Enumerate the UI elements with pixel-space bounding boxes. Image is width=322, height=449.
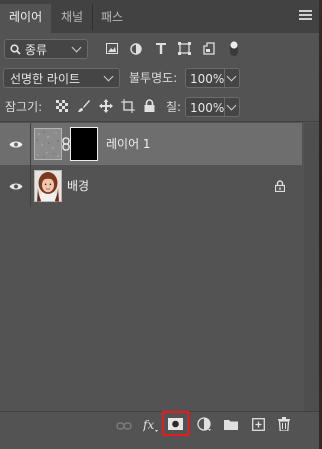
chain-link-icon[interactable]: [62, 137, 70, 151]
layer-thumbnail: [34, 128, 62, 160]
chevron-down-icon: [226, 71, 237, 82]
lock-all-icon[interactable]: [144, 99, 155, 112]
layer-row-background[interactable]: 배경: [0, 165, 302, 207]
new-layer-icon[interactable]: [252, 418, 265, 431]
tab-paths[interactable]: 패스: [92, 4, 132, 30]
link-icon[interactable]: [116, 421, 132, 431]
divider: [30, 165, 31, 207]
fill-field[interactable]: 100%: [185, 97, 240, 117]
filter-kind-select[interactable]: 종류: [4, 39, 88, 59]
opacity-label: 불투명도:: [129, 71, 178, 85]
layer-thumbnail: [34, 170, 62, 202]
layers-panel: 레이어 채널 패스 종류 선명한 라이트 불투명도: 100% 잠그기: 칠: …: [0, 0, 319, 449]
layer-name: 레이어 1: [106, 137, 151, 151]
layer-row-layer-1[interactable]: 레이어 1: [0, 123, 302, 165]
search-icon: [10, 44, 21, 55]
tab-channels-label: 채널: [61, 10, 84, 24]
filter-toggle-icon[interactable]: [229, 40, 239, 57]
svg-text:fx: fx: [143, 418, 154, 432]
folder-icon[interactable]: [224, 419, 238, 430]
blend-mode-select[interactable]: 선명한 라이트: [3, 68, 120, 88]
divider: [0, 121, 319, 122]
tab-layers-label: 레이어: [9, 10, 43, 24]
visibility-eye-icon[interactable]: [9, 182, 23, 191]
filter-shape-icon[interactable]: [178, 42, 191, 55]
lock-move-icon[interactable]: [99, 99, 113, 113]
filter-smart-object-icon[interactable]: [203, 42, 215, 55]
filter-type-icon[interactable]: [155, 42, 167, 55]
lock-icon: [275, 180, 285, 192]
opacity-value: 100%: [190, 72, 225, 86]
layer-mask-thumbnail[interactable]: [70, 127, 98, 161]
opacity-field[interactable]: 100%: [185, 68, 240, 88]
layers-bottom-toolbar: fx: [0, 411, 319, 443]
panel-tab-bar: 레이어 채널 패스: [0, 0, 319, 33]
layers-scrollbar[interactable]: [304, 123, 319, 411]
fill-value: 100%: [190, 101, 225, 115]
tab-layers[interactable]: 레이어: [0, 4, 52, 33]
tab-paths-label: 패스: [101, 10, 124, 24]
chevron-down-icon: [226, 100, 237, 111]
chevron-down-icon: [103, 71, 114, 82]
filter-pixel-icon[interactable]: [106, 43, 118, 54]
adjustment-icon[interactable]: [197, 417, 213, 432]
fill-label: 칠:: [166, 100, 182, 114]
tab-channels[interactable]: 채널: [52, 4, 94, 30]
lock-label: 잠그기:: [5, 100, 43, 114]
visibility-eye-icon[interactable]: [9, 140, 23, 149]
add-mask-highlight: [162, 411, 189, 436]
lock-brush-icon[interactable]: [77, 99, 91, 113]
panel-menu-icon[interactable]: [299, 10, 312, 21]
layer-name: 배경: [67, 179, 90, 193]
filter-adjustment-icon[interactable]: [130, 43, 142, 55]
fx-icon[interactable]: fx: [143, 417, 160, 433]
blend-mode-label: 선명한 라이트: [10, 72, 81, 86]
divider: [30, 123, 31, 165]
trash-icon[interactable]: [278, 417, 290, 431]
filter-kind-label: 종류: [25, 43, 48, 57]
lock-transparent-icon[interactable]: [56, 100, 68, 112]
lock-artboard-icon[interactable]: [121, 99, 135, 113]
chevron-down-icon: [71, 42, 82, 53]
